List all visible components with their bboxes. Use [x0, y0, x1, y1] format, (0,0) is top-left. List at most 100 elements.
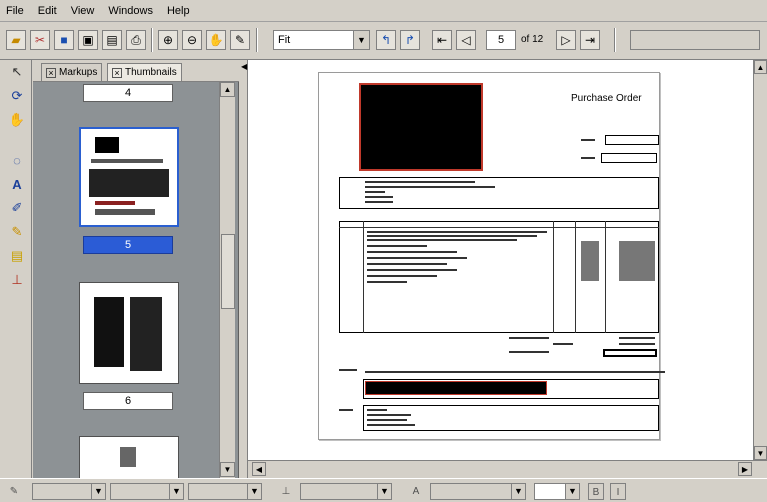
scroll-up-icon[interactable]: ▲ [220, 82, 235, 97]
status-dropdown[interactable]: ▼ [188, 483, 262, 500]
thumbnail-label[interactable]: 6 [83, 392, 173, 410]
panel-scrollbar[interactable]: ▲ ▼ [219, 82, 235, 478]
tab-markups[interactable]: × Markups [41, 63, 103, 81]
table-column-rule [605, 221, 606, 333]
item-text [367, 245, 427, 247]
menu-windows[interactable]: Windows [108, 5, 153, 17]
scroll-down-icon[interactable]: ▼ [220, 462, 235, 477]
last-page-icon[interactable]: ⇥ [580, 30, 600, 50]
status-bar: ✎ ▼ ▼ ▼ ⊥ ▼ A ▼ ▼ B I [0, 478, 767, 502]
menu-help[interactable]: Help [167, 5, 190, 17]
scroll-right-icon[interactable]: ▶ [738, 462, 752, 476]
next-page-icon[interactable]: ▷ [556, 30, 576, 50]
hand-pan-icon[interactable]: ✋ [206, 30, 226, 50]
page-count-label: of 12 [521, 34, 544, 45]
tab-markups-label: Markups [59, 66, 98, 78]
open-folder-icon[interactable]: ▰ [6, 30, 26, 50]
menu-file[interactable]: File [6, 5, 24, 17]
toolbar: ▰ ✂ ■ ▣ ▤ ⎙ ⊕ ⊖ ✋ ✎ Fit ▼ ↰ ↱ ⇤ ◁ 5 of 1… [0, 22, 767, 60]
highlighter-icon[interactable]: ✐ [7, 198, 27, 218]
chevron-down-icon[interactable]: ▼ [247, 484, 261, 499]
status-dropdown[interactable]: ▼ [32, 483, 106, 500]
grand-total-box [603, 349, 657, 357]
thumb-text [95, 209, 155, 215]
print-icon[interactable]: ⎙ [126, 30, 146, 50]
chevron-down-icon[interactable]: ▼ [353, 31, 369, 49]
toolbar-separator [256, 28, 258, 52]
first-page-icon[interactable]: ⇤ [432, 30, 452, 50]
chevron-down-icon[interactable]: ▼ [511, 484, 525, 499]
font-icon[interactable]: A [408, 483, 424, 500]
table-header-rule [339, 227, 659, 228]
note-icon[interactable]: ▤ [7, 246, 27, 266]
stamp-icon[interactable]: ⊥ [7, 270, 27, 290]
total-label [509, 337, 549, 339]
thumbnail-label[interactable]: 4 [83, 84, 173, 102]
collapse-arrow-icon[interactable]: ◀ [241, 62, 247, 71]
horizontal-scrollbar[interactable]: ◀ ▶ [248, 460, 767, 478]
refresh-icon[interactable]: ⟳ [7, 86, 27, 106]
vendor-line [365, 186, 495, 188]
tab-thumbnails[interactable]: × Thumbnails [107, 63, 182, 81]
item-text [367, 263, 447, 265]
italic-icon[interactable]: I [610, 483, 626, 500]
stamp-icon[interactable]: ⊥ [278, 483, 294, 500]
copy-icon[interactable]: ■ [54, 30, 74, 50]
document-page: Purchase Order [318, 72, 665, 440]
save-icon[interactable]: ▤ [102, 30, 122, 50]
chevron-down-icon[interactable]: ▼ [565, 484, 579, 499]
color-dropdown[interactable]: ▼ [534, 483, 580, 500]
bold-icon[interactable]: B [588, 483, 604, 500]
pen-icon[interactable]: ✎ [230, 30, 250, 50]
marker-icon[interactable]: ✎ [7, 222, 27, 242]
menu-view[interactable]: View [71, 5, 95, 17]
vertical-scrollbar[interactable]: ▲ ▼ [753, 60, 767, 460]
chevron-down-icon[interactable]: ▼ [377, 484, 391, 499]
ship-to-box [363, 405, 659, 431]
scroll-down-icon[interactable]: ▼ [754, 446, 767, 460]
status-dropdown[interactable]: ▼ [300, 483, 392, 500]
chevron-down-icon[interactable]: ▼ [91, 484, 105, 499]
item-values [581, 241, 599, 281]
vendor-line [365, 181, 475, 183]
ship-to-line [367, 414, 411, 416]
thumbnail-page[interactable] [79, 436, 179, 478]
zoom-select[interactable]: Fit ▼ [273, 30, 370, 50]
table-column-rule [575, 221, 576, 333]
tool-column: ↖ ⟳ ✋ ◌ A ✐ ✎ ▤ ⊥ [0, 60, 32, 478]
cut-icon[interactable]: ✂ [30, 30, 50, 50]
scroll-thumb[interactable] [221, 234, 235, 309]
panel-tabs: × Markups × Thumbnails [33, 60, 239, 82]
scroll-left-icon[interactable]: ◀ [252, 462, 266, 476]
lasso-icon[interactable]: ◌ [7, 150, 27, 170]
table-column-rule [363, 221, 364, 333]
vendor-line [365, 196, 393, 198]
rotate-left-icon[interactable]: ↰ [376, 30, 396, 50]
items-table [339, 221, 659, 333]
pen-icon[interactable]: ✎ [6, 483, 22, 500]
thumbnail-label[interactable]: 5 [83, 236, 173, 254]
status-dropdown[interactable]: ▼ [430, 483, 526, 500]
po-label [581, 157, 595, 159]
close-icon[interactable]: × [112, 67, 122, 78]
status-dropdown[interactable]: ▼ [110, 483, 184, 500]
previous-page-icon[interactable]: ◁ [456, 30, 476, 50]
scroll-up-icon[interactable]: ▲ [754, 60, 767, 74]
panel-splitter[interactable]: ◀ [239, 60, 248, 478]
scan-icon[interactable]: ▣ [78, 30, 98, 50]
rotate-right-icon[interactable]: ↱ [400, 30, 420, 50]
zoom-out-icon[interactable]: ⊖ [182, 30, 202, 50]
hand-tool-icon[interactable]: ✋ [7, 110, 27, 130]
menu-edit[interactable]: Edit [38, 5, 57, 17]
close-icon[interactable]: × [46, 67, 56, 78]
thumbnail-page[interactable] [79, 282, 179, 384]
text-tool-icon[interactable]: A [7, 174, 27, 194]
po-field [601, 153, 657, 163]
page-number-input[interactable]: 5 [486, 30, 516, 50]
thumb-redaction [95, 201, 135, 205]
thumbnail-page[interactable] [79, 127, 179, 227]
zoom-in-icon[interactable]: ⊕ [158, 30, 178, 50]
toolbar-separator [614, 28, 616, 52]
select-arrow-icon[interactable]: ↖ [7, 62, 27, 82]
chevron-down-icon[interactable]: ▼ [169, 484, 183, 499]
